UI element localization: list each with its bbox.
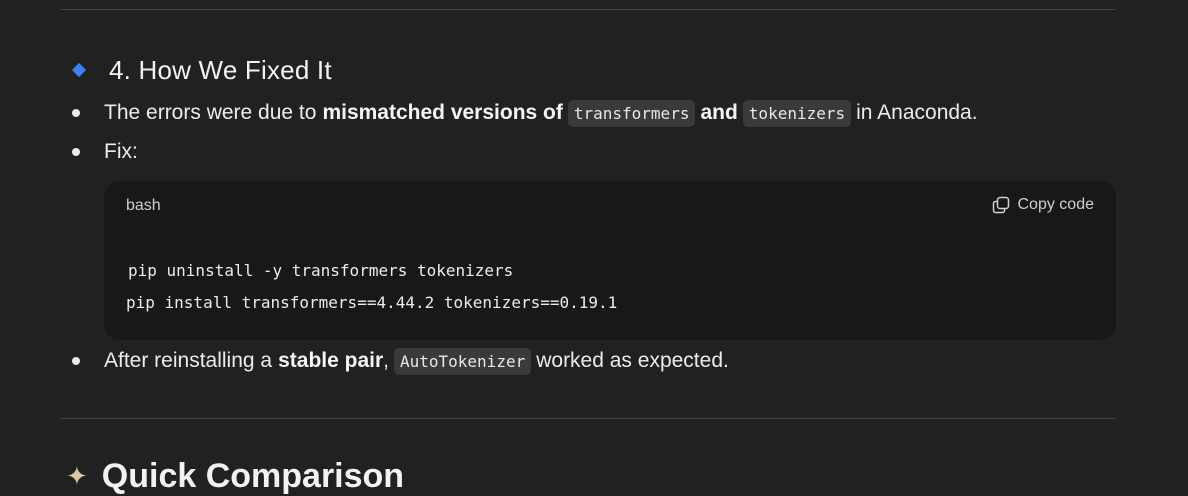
text-bold: stable pair xyxy=(278,349,384,372)
bullet-icon xyxy=(72,109,80,117)
copy-icon xyxy=(992,196,1009,214)
bullet-icon xyxy=(72,357,80,365)
code-block: bash Copy code pip uninstall -y transfor… xyxy=(104,181,1116,340)
section-heading: 4. How We Fixed It xyxy=(70,52,332,88)
inline-code-tokenizers: tokenizers xyxy=(742,99,852,127)
text-prefix: The errors were due to xyxy=(104,101,317,124)
sparkle-icon: ✦ xyxy=(66,460,88,491)
section-title: 4. How We Fixed It xyxy=(109,54,332,85)
text-comma: , xyxy=(383,349,389,372)
copy-code-label: Copy code xyxy=(1017,196,1095,213)
divider-bottom xyxy=(60,418,1116,419)
text-bold: mismatched versions of xyxy=(322,101,563,124)
list-item-fix: Fix: xyxy=(72,138,138,166)
text-fix: Fix: xyxy=(104,140,138,163)
code-language-label: bash xyxy=(126,197,161,214)
inline-code-transformers: transformers xyxy=(567,99,696,127)
next-section-heading: ✦ Quick Comparison xyxy=(66,456,404,496)
divider-top xyxy=(60,9,1116,10)
inline-code-autotokenizer: AutoTokenizer xyxy=(393,347,532,375)
list-item-result: After reinstalling a stable pair, AutoTo… xyxy=(72,347,729,375)
text-suffix: worked as expected. xyxy=(536,349,729,372)
next-section-title: Quick Comparison xyxy=(101,456,405,495)
text-prefix: After reinstalling a xyxy=(104,349,273,372)
code-line: pip uninstall -y transformers tokenizers xyxy=(128,261,514,280)
diamond-icon xyxy=(71,62,87,78)
text-suffix: in Anaconda. xyxy=(856,101,978,124)
list-item-errors: The errors were due to mismatched versio… xyxy=(72,99,978,127)
code-line: pip install transformers==4.44.2 tokeniz… xyxy=(126,293,618,312)
copy-code-button[interactable]: Copy code xyxy=(992,196,1095,214)
text-and: and xyxy=(700,101,738,124)
bullet-icon xyxy=(72,148,80,156)
